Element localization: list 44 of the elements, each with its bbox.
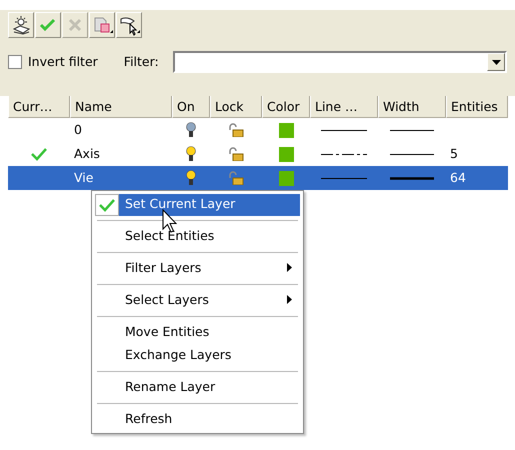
light-bulb-icon[interactable] (186, 170, 196, 186)
table-row[interactable]: 0 (8, 118, 508, 142)
column-header[interactable]: Line … (310, 96, 378, 118)
light-bulb-icon[interactable] (186, 146, 196, 162)
column-header[interactable]: On (172, 96, 210, 118)
table-cell-text: 0 (73, 120, 83, 139)
table-cell-text: Vie (73, 168, 94, 187)
table-cell-text: 5 (449, 144, 459, 163)
menu-item[interactable]: Set Current Layer (119, 194, 300, 216)
toolbar-button[interactable] (8, 12, 34, 38)
caret-icon (492, 60, 500, 64)
color-swatch[interactable] (278, 122, 294, 138)
menu-item[interactable]: Filter Layers (119, 258, 300, 280)
padlock-icon[interactable] (228, 171, 244, 185)
table-row[interactable]: Axis 5 (8, 142, 508, 166)
dropdown-button[interactable] (487, 53, 505, 71)
table-cell-text: 64 (449, 168, 467, 187)
color-swatch[interactable] (278, 146, 294, 162)
color-swatch[interactable] (278, 170, 294, 186)
table-row[interactable]: Vie 64 (8, 166, 508, 190)
column-header[interactable]: Lock (210, 96, 262, 118)
column-header[interactable]: Curr… (8, 96, 70, 118)
padlock-icon[interactable] (228, 147, 244, 161)
light-bulb-icon[interactable] (186, 122, 196, 138)
column-header[interactable]: Color (262, 96, 310, 118)
new-layer-icon (10, 14, 32, 36)
column-header[interactable]: Name (70, 96, 172, 118)
select-pointer-icon (118, 14, 140, 36)
column-header[interactable]: Width (378, 96, 446, 118)
menu-item[interactable]: Rename Layer (119, 376, 300, 398)
menu-item[interactable]: Select Layers (119, 290, 300, 312)
column-header[interactable]: Entities (446, 96, 508, 118)
filter-label: Filter: (124, 52, 159, 71)
invert-filter-label: Invert filter (28, 52, 98, 71)
filter-combo[interactable] (172, 51, 507, 73)
menu-item[interactable]: Move Entities (119, 322, 300, 344)
layer-icon (92, 14, 112, 36)
toolbar-button[interactable] (116, 12, 142, 38)
menu-item[interactable]: Exchange Layers (119, 344, 300, 366)
menu-item[interactable]: Refresh (119, 408, 300, 430)
menu-item[interactable]: Select Entities (119, 226, 300, 248)
table-cell-text: Axis (73, 144, 101, 163)
invert-filter-checkbox[interactable] (8, 55, 22, 69)
padlock-icon[interactable] (228, 123, 244, 137)
